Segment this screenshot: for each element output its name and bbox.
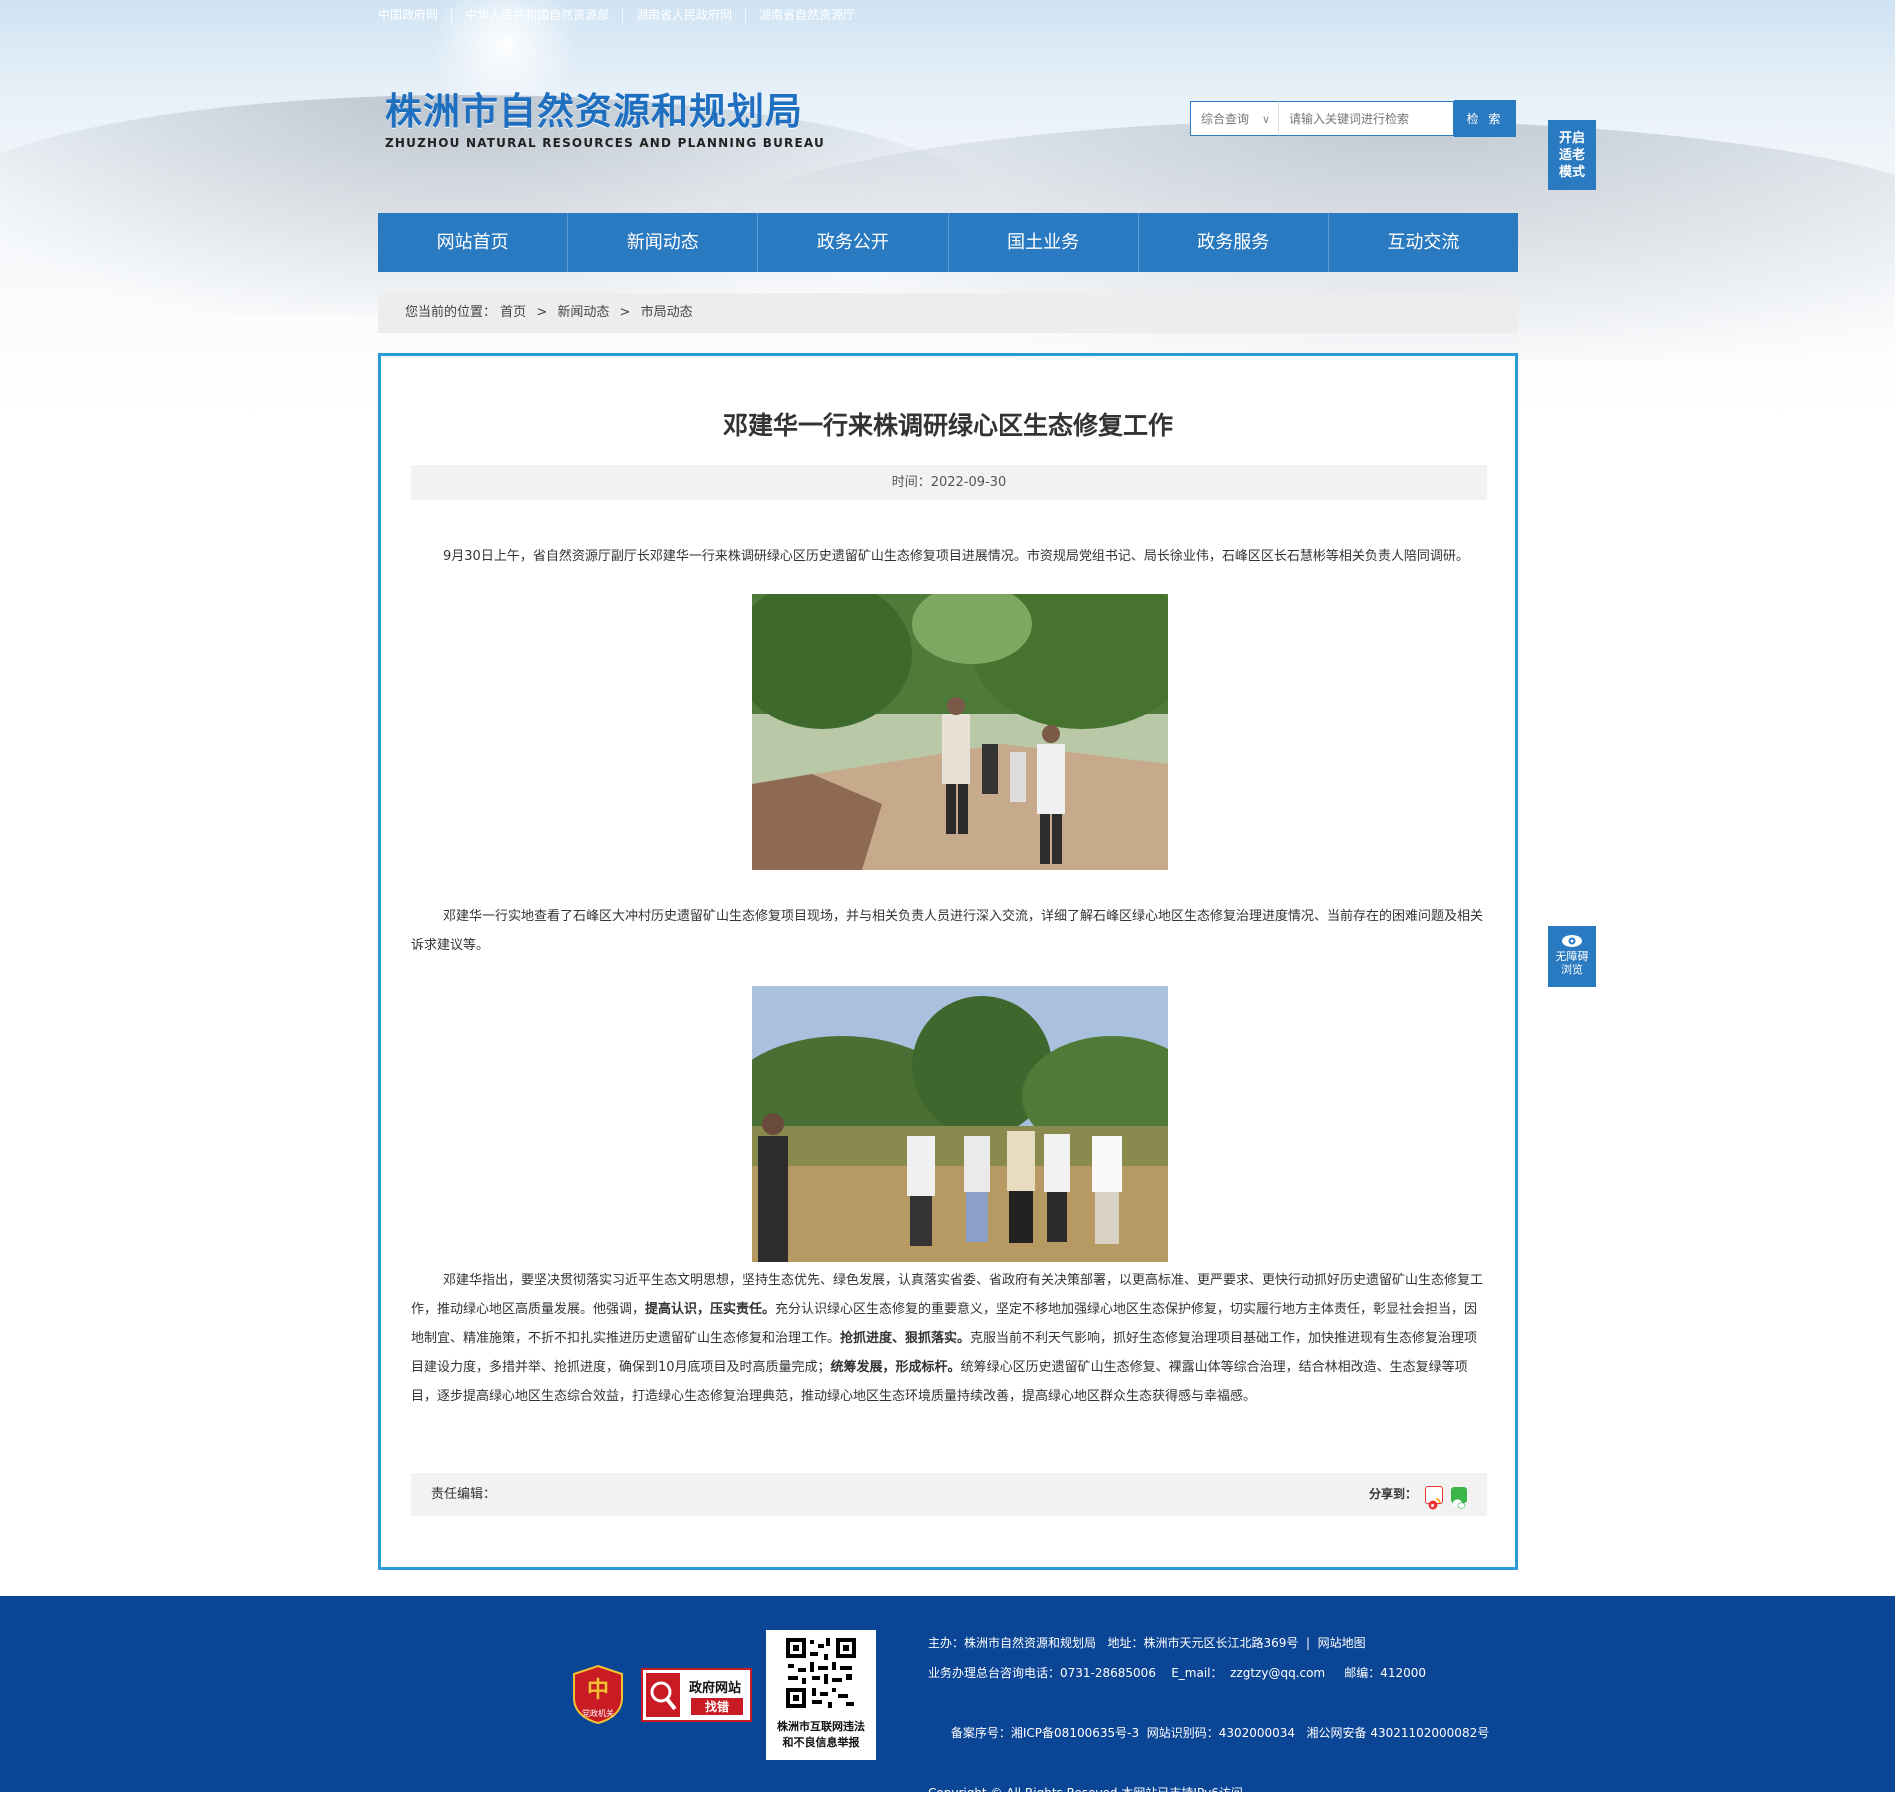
svg-text:政府网站: 政府网站 <box>689 1680 741 1696</box>
breadcrumb-home[interactable]: 首页 <box>500 305 526 320</box>
footer-info: 主办：株洲市自然资源和规划局 地址：株洲市天元区长江北路369号 | 网站地图 … <box>928 1628 1489 1808</box>
article-footer-bar: 责任编辑： 分享到： <box>411 1473 1487 1516</box>
weibo-share-icon[interactable] <box>1425 1485 1443 1509</box>
nav-home[interactable]: 网站首页 <box>378 213 567 272</box>
breadcrumb: 您当前的位置： 首页 > 新闻动态 > 市局动态 <box>378 293 1518 333</box>
footer-copyright-line: Copyright © All Rights Reseved 本网站已支持IPv… <box>928 1786 1243 1800</box>
main-nav: 网站首页 新闻动态 政务公开 国土业务 政务服务 互动交流 <box>378 213 1518 272</box>
article-photo-2 <box>752 986 1168 1262</box>
svg-text:找错: 找错 <box>705 1699 729 1714</box>
breadcrumb-city-news[interactable]: 市局动态 <box>641 305 693 320</box>
article-photo-1 <box>752 594 1168 870</box>
footer-contact-line: 业务办理总台咨询电话：0731-28685006 E_mail： zzgtzy@… <box>928 1666 1427 1680</box>
party-gov-badge[interactable]: 中 党政机关 <box>572 1664 624 1725</box>
nav-land-business[interactable]: 国土业务 <box>947 213 1138 272</box>
article-time: 时间：2022-09-30 <box>411 465 1487 500</box>
logo-title-en: ZHUZHOU NATURAL RESOURCES AND PLANNING B… <box>385 136 825 150</box>
top-links: 中国政府网 中华人民共和国自然资源部 湖南省人民政府网 湖南省自然资源厅 <box>378 8 868 24</box>
elder-mode-button[interactable]: 开启 适老 模式 <box>1548 120 1596 190</box>
top-link-hunan-gov[interactable]: 湖南省人民政府网 <box>622 8 745 24</box>
search-input[interactable] <box>1278 101 1454 136</box>
article-panel: 邓建华一行来株调研绿心区生态修复工作 时间：2022-09-30 9月30日上午… <box>378 353 1518 1570</box>
emphasis-1: 提高认识，压实责任。 <box>645 1302 776 1317</box>
nav-news[interactable]: 新闻动态 <box>567 213 757 272</box>
site-footer: 中 党政机关 政府网站 找错 株洲市互联网违法 和不良信息举报 主办：株洲市自然… <box>0 1596 1895 1800</box>
accessible-browse-button[interactable]: 无障碍 浏览 <box>1548 926 1596 987</box>
nav-gov-services[interactable]: 政务服务 <box>1137 213 1328 272</box>
svg-text:党政机关: 党政机关 <box>582 1708 614 1718</box>
svg-text:中: 中 <box>587 1677 609 1703</box>
report-qr-code[interactable]: 株洲市互联网违法 和不良信息举报 <box>766 1630 876 1760</box>
gov-site-find-error-badge[interactable]: 政府网站 找错 <box>641 1668 752 1722</box>
share-area: 分享到： <box>1369 1473 1467 1516</box>
search-bar: 综合查询 ∨ 检 索 <box>1190 100 1516 138</box>
editor-label: 责任编辑： <box>431 1487 497 1502</box>
emphasis-2: 抢抓进度、狠抓落实。 <box>840 1331 971 1346</box>
footer-record-line: 备案序号：湘ICP备08100635号-3 网站识别码：4302000034 湘… <box>950 1726 1490 1740</box>
search-button[interactable]: 检 索 <box>1454 100 1516 137</box>
breadcrumb-news[interactable]: 新闻动态 <box>557 305 609 320</box>
logo-title-cn: 株洲市自然资源和规划局 <box>385 90 803 133</box>
article-paragraph-2: 邓建华一行实地查看了石峰区大冲村历史遗留矿山生态修复项目现场，并与相关负责人员进… <box>411 909 1484 953</box>
top-link-hunan-dnr[interactable]: 湖南省自然资源厅 <box>745 8 868 24</box>
eye-icon <box>1562 935 1582 947</box>
svg-text:株洲市互联网违法: 株洲市互联网违法 <box>777 1719 865 1733</box>
article-title: 邓建华一行来株调研绿心区生态修复工作 <box>722 411 1173 440</box>
footer-host-line: 主办：株洲市自然资源和规划局 地址：株洲市天元区长江北路369号 | 网站地图 <box>928 1636 1366 1650</box>
site-logo[interactable]: 株洲市自然资源和规划局 ZHUZHOU NATURAL RESOURCES AN… <box>385 90 825 150</box>
breadcrumb-label: 您当前的位置： <box>405 305 497 320</box>
svg-text:和不良信息举报: 和不良信息举报 <box>783 1735 861 1749</box>
chevron-down-icon: ∨ <box>1261 113 1270 126</box>
wechat-share-icon[interactable] <box>1451 1486 1467 1509</box>
emphasis-3: 统筹发展，形成标杆。 <box>830 1360 961 1375</box>
nav-interaction[interactable]: 互动交流 <box>1327 213 1518 272</box>
search-scope-select[interactable]: 综合查询 ∨ <box>1190 101 1278 136</box>
article-paragraph-3: 邓建华指出，要坚决贯彻落实习近平生态文明思想，坚持生态优先、绿色发展，认真落实省… <box>411 1273 1484 1404</box>
nav-gov-affairs[interactable]: 政务公开 <box>757 213 947 272</box>
top-link-gov[interactable]: 中国政府网 <box>378 8 451 24</box>
article-paragraph-1: 9月30日上午，省自然资源厅副厅长邓建华一行来株调研绿心区历史遗留矿山生态修复项… <box>443 549 1469 564</box>
top-link-mnr[interactable]: 中华人民共和国自然资源部 <box>451 8 622 24</box>
